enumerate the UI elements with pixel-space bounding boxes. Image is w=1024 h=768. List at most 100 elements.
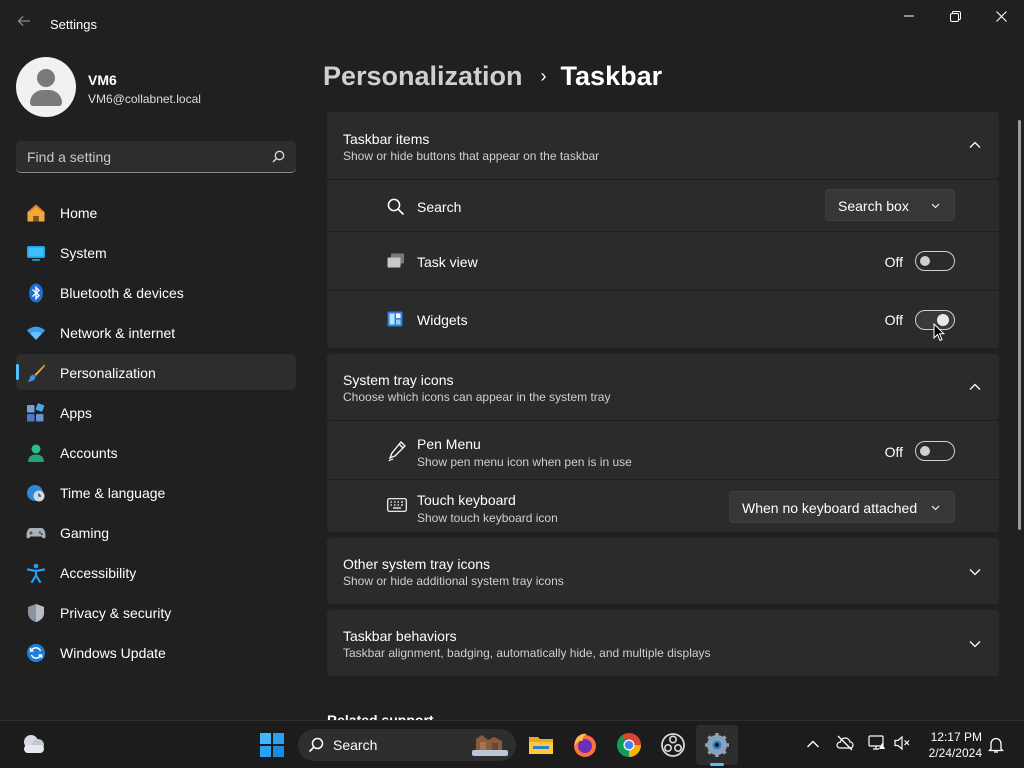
pen-icon <box>388 441 406 462</box>
setting-label: Search <box>417 199 462 215</box>
user-profile[interactable]: VM6 VM6@collabnet.local <box>16 57 296 117</box>
user-email: VM6@collabnet.local <box>88 92 201 106</box>
weather-cloud-icon[interactable] <box>20 733 46 755</box>
taskbar-search-box[interactable]: Search <box>298 729 516 761</box>
accounts-icon <box>28 444 44 462</box>
setting-row-pen-menu: Pen Menu Show pen menu icon when pen is … <box>327 420 999 479</box>
sidebar-item-gaming[interactable]: Gaming <box>16 514 296 550</box>
system-icon <box>27 246 45 261</box>
setting-row-widgets: Widgets Off <box>327 290 999 348</box>
task-view-toggle[interactable] <box>915 251 955 271</box>
search-icon <box>387 198 405 216</box>
avatar-head <box>37 69 55 87</box>
section-description: Show or hide buttons that appear on the … <box>343 149 600 163</box>
pen-menu-toggle[interactable] <box>915 441 955 461</box>
search-mode-dropdown[interactable]: Search box <box>825 189 955 221</box>
sidebar-item-personalization[interactable]: Personalization <box>16 354 296 390</box>
taskbar-search-label: Search <box>333 737 378 753</box>
sidebar-item-accessibility[interactable]: Accessibility <box>16 554 296 590</box>
sidebar-item-accounts[interactable]: Accounts <box>16 434 296 470</box>
chevron-down-icon[interactable] <box>969 640 981 648</box>
section-taskbar-behaviors[interactable]: Taskbar behaviors Taskbar alignment, bad… <box>327 610 999 676</box>
section-system-tray-icons-header[interactable]: System tray icons Choose which icons can… <box>327 354 999 420</box>
section-title: System tray icons <box>343 372 454 388</box>
brush-icon <box>27 364 45 382</box>
user-name: VM6 <box>88 72 117 88</box>
setting-label: Task view <box>417 254 478 270</box>
sidebar-item-home[interactable]: Home <box>16 194 296 230</box>
toggle-state-label: Off <box>884 254 903 270</box>
section-other-tray-icons[interactable]: Other system tray icons Show or hide add… <box>327 538 999 604</box>
settings-gear-icon[interactable] <box>703 731 731 759</box>
bluetooth-icon <box>29 283 43 303</box>
widgets-icon <box>387 311 403 327</box>
sidebar-item-system[interactable]: System <box>16 234 296 270</box>
file-explorer-icon[interactable] <box>527 731 555 759</box>
avatar-body <box>30 90 62 106</box>
settings-search-input[interactable] <box>16 141 266 172</box>
minimize-button[interactable] <box>886 4 932 28</box>
home-icon <box>27 204 45 222</box>
chrome-icon[interactable] <box>615 731 643 759</box>
start-windows-icon[interactable] <box>260 733 284 757</box>
sidebar-item-windows-update[interactable]: Windows Update <box>16 634 296 670</box>
sidebar-nav: Home System Bluetooth & devices Network … <box>16 194 296 674</box>
sidebar-item-privacy-security[interactable]: Privacy & security <box>16 594 296 630</box>
taskbar-clock-time[interactable]: 12:17 PM <box>926 730 982 744</box>
chevron-down-icon <box>931 203 940 209</box>
search-icon[interactable] <box>272 150 285 163</box>
section-description: Taskbar alignment, badging, automaticall… <box>343 646 711 660</box>
scrollbar[interactable] <box>1018 120 1021 530</box>
dropdown-value: Search box <box>838 198 909 214</box>
windows-taskbar: Search 12:17 PM 2/24/2024 <box>0 720 1024 768</box>
toggle-state-label: Off <box>884 312 903 328</box>
settings-search-box[interactable] <box>16 141 296 173</box>
related-support-heading: Related support <box>327 712 434 720</box>
section-taskbar-items-header[interactable]: Taskbar items Show or hide buttons that … <box>327 112 999 179</box>
chevron-up-icon[interactable] <box>969 383 981 391</box>
toggle-state-label: Off <box>884 444 903 460</box>
onedrive-offline-icon[interactable] <box>836 735 854 751</box>
avatar <box>16 57 76 117</box>
mouse-cursor-icon <box>933 323 945 342</box>
setting-row-touch-keyboard: Touch keyboard Show touch keyboard icon … <box>327 479 999 532</box>
sidebar-item-label: Time & language <box>60 485 166 501</box>
dropdown-value: When no keyboard attached <box>742 500 918 516</box>
taskbar-clock-date[interactable]: 2/24/2024 <box>920 746 982 760</box>
apps-icon <box>27 403 45 422</box>
back-button[interactable] <box>14 14 34 34</box>
notification-bell-icon[interactable] <box>988 736 1004 754</box>
keyboard-icon <box>387 498 407 512</box>
sidebar-item-bluetooth[interactable]: Bluetooth & devices <box>16 274 296 310</box>
chevron-down-icon[interactable] <box>969 568 981 576</box>
sidebar-item-label: System <box>60 245 107 261</box>
title-bar: Settings <box>0 0 1024 48</box>
page-title: Taskbar <box>560 60 663 91</box>
close-button[interactable] <box>978 4 1024 28</box>
toggle-knob <box>920 446 930 456</box>
setting-label: Touch keyboard <box>417 492 516 508</box>
restore-button[interactable] <box>932 4 978 28</box>
sidebar-item-label: Personalization <box>60 365 156 381</box>
setting-row-task-view: Task view Off <box>327 231 999 290</box>
touch-keyboard-dropdown[interactable]: When no keyboard attached <box>729 491 955 523</box>
shield-icon <box>28 604 44 622</box>
active-app-indicator <box>710 763 724 766</box>
section-description: Show or hide additional system tray icon… <box>343 574 564 588</box>
clock-globe-icon <box>27 485 45 502</box>
breadcrumb-parent-link[interactable]: Personalization <box>323 61 523 92</box>
chevron-up-icon[interactable] <box>969 141 981 149</box>
volume-muted-icon[interactable] <box>894 735 910 751</box>
firefox-icon[interactable] <box>571 731 599 759</box>
minimize-icon <box>904 15 914 17</box>
sidebar-item-apps[interactable]: Apps <box>16 394 296 430</box>
chevron-up-icon[interactable] <box>806 739 820 749</box>
sidebar-item-network[interactable]: Network & internet <box>16 314 296 350</box>
sidebar-item-label: Home <box>60 205 98 221</box>
wifi-icon <box>27 326 45 340</box>
obs-studio-icon[interactable] <box>659 731 687 759</box>
sidebar-item-time-language[interactable]: Time & language <box>16 474 296 510</box>
sidebar-item-label: Accessibility <box>60 565 137 581</box>
chevron-down-icon <box>931 505 940 511</box>
network-ethernet-icon[interactable] <box>868 735 886 751</box>
